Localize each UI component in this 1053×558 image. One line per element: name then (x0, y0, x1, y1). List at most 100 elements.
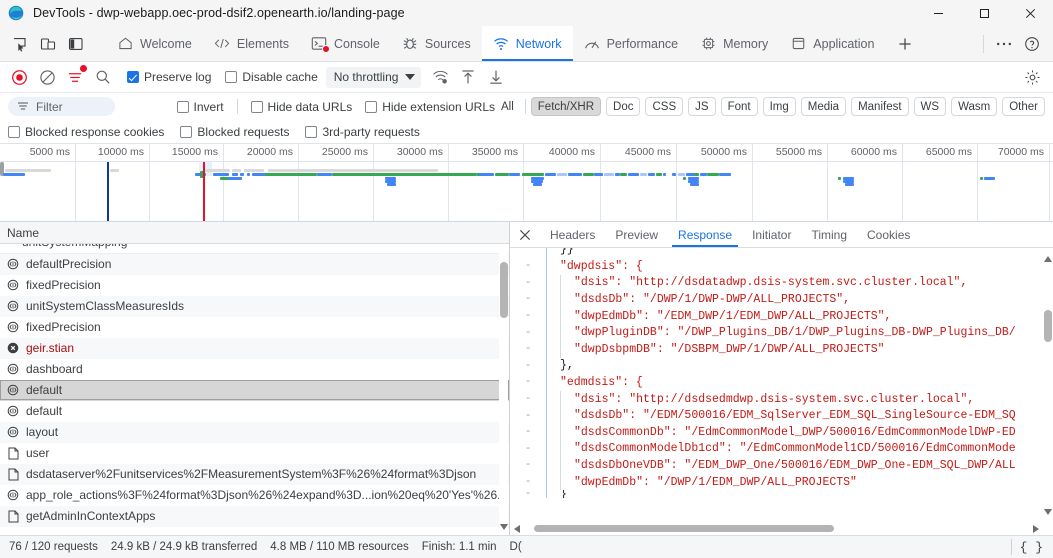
code-gutter[interactable]: - (510, 260, 546, 272)
tab-elements[interactable]: Elements (203, 26, 300, 61)
minimize-button[interactable] (915, 0, 961, 26)
table-row[interactable]: fixedPrecision (0, 275, 509, 296)
type-filter-fetch-xhr[interactable]: Fetch/XHR (530, 97, 602, 116)
type-filter-js[interactable]: JS (688, 97, 716, 116)
tab-application[interactable]: Application (779, 26, 885, 61)
disable-cache-checkbox[interactable]: Disable cache (225, 70, 318, 84)
tab-console[interactable]: Console (300, 26, 391, 61)
inspect-element-icon[interactable] (6, 30, 34, 58)
overview-graph[interactable] (0, 162, 1053, 221)
search-input[interactable]: Filter (8, 97, 115, 116)
hide-data-urls-checkbox[interactable]: Hide data URLs (250, 100, 352, 114)
network-conditions-icon[interactable] (427, 64, 453, 90)
clear-circle-slash-icon[interactable] (34, 64, 60, 90)
tab-headers[interactable]: Headers (540, 222, 605, 247)
response-hscrollbar[interactable] (510, 522, 1043, 535)
tab-preview[interactable]: Preview (605, 222, 668, 247)
table-row[interactable]: fixedPrecision (0, 317, 509, 338)
scroll-down-arrow-icon[interactable] (499, 521, 508, 533)
network-overview[interactable]: 5000 ms 10000 ms 15000 ms 20000 ms 25000… (0, 144, 1053, 222)
table-row[interactable]: layout (0, 422, 509, 443)
console-drawer-toggle[interactable]: { } (1020, 540, 1053, 555)
table-row[interactable]: app_role_actions%3F%24format%3Djson%26%2… (0, 485, 509, 506)
type-filter-css[interactable]: CSS (645, 97, 684, 116)
close-button[interactable] (1007, 0, 1053, 26)
response-scroll-up-arrow-icon[interactable] (1044, 251, 1052, 265)
third-party-requests-checkbox[interactable]: 3rd-party requests (305, 125, 420, 139)
type-filter-media[interactable]: Media (800, 97, 847, 116)
blocked-response-cookies-checkbox[interactable]: Blocked response cookies (8, 125, 164, 139)
hide-extension-urls-checkbox[interactable]: Hide extension URLs (365, 100, 495, 114)
blocked-response-cookies-box[interactable] (8, 125, 20, 138)
filter-lines-icon[interactable] (62, 64, 88, 90)
type-filter-manifest[interactable]: Manifest (851, 97, 909, 116)
table-row[interactable]: geir.stian (0, 338, 509, 359)
maximize-button[interactable] (961, 0, 1007, 26)
table-row[interactable]: getAdminInContextApps (0, 506, 509, 527)
type-filter-img[interactable]: Img (762, 97, 796, 116)
download-arrow-icon[interactable] (483, 64, 509, 90)
response-code-lines[interactable]: }} - "dwpdsis": { - "dsis": "http://dsda… (510, 248, 1043, 521)
device-toolbar-icon[interactable] (34, 30, 62, 58)
code-gutter[interactable]: - (510, 360, 546, 372)
gear-icon[interactable] (1019, 64, 1045, 90)
blocked-requests-box[interactable] (180, 125, 193, 138)
throttling-dropdown[interactable]: No throttling (325, 66, 422, 88)
request-list[interactable]: unitSystemMapping defaultPrecision fixed… (0, 244, 509, 535)
code-gutter[interactable]: - (510, 476, 546, 488)
tab-welcome[interactable]: Welcome (106, 26, 203, 61)
upload-arrow-icon[interactable] (455, 64, 481, 90)
tab-performance[interactable]: Performance (573, 26, 690, 61)
search-icon[interactable] (90, 64, 116, 90)
tab-cookies[interactable]: Cookies (857, 222, 920, 247)
request-column-header[interactable]: Name (0, 222, 509, 244)
response-scroll-thumb[interactable] (1044, 310, 1052, 342)
table-row[interactable]: user (0, 443, 509, 464)
table-row[interactable]: dsdataserver%2Funitservices%2FMeasuremen… (0, 464, 509, 485)
code-gutter[interactable]: - (510, 426, 546, 438)
response-hscroll-track[interactable] (524, 522, 1029, 535)
tab-response[interactable]: Response (668, 222, 742, 247)
table-row[interactable]: unitSystemClassMeasuresIds (0, 296, 509, 317)
preserve-log-box[interactable] (127, 71, 139, 83)
tab-timing[interactable]: Timing (801, 222, 857, 247)
tab-initiator[interactable]: Initiator (742, 222, 801, 247)
table-row[interactable]: defaultPrecision (0, 254, 509, 275)
response-scrollbar[interactable] (1043, 248, 1053, 522)
chevron-right-icon[interactable] (1029, 524, 1043, 533)
blocked-requests-checkbox[interactable]: Blocked requests (180, 125, 289, 139)
disable-cache-box[interactable] (225, 71, 238, 83)
hide-data-urls-box[interactable] (250, 100, 263, 113)
more-horizontal-icon[interactable] (990, 30, 1018, 58)
chevron-left-icon[interactable] (510, 524, 524, 533)
type-filter-other[interactable]: Other (1002, 97, 1045, 116)
request-list-scroll-thumb[interactable] (500, 262, 508, 318)
hide-extension-urls-box[interactable] (365, 100, 378, 113)
add-tab-button[interactable] (885, 26, 925, 61)
response-scroll-down-arrow-icon[interactable] (1044, 504, 1052, 518)
tab-sources[interactable]: Sources (391, 26, 482, 61)
code-gutter[interactable]: - (510, 343, 546, 355)
tab-network[interactable]: Network (481, 26, 573, 61)
code-gutter[interactable]: - (510, 310, 546, 322)
code-gutter[interactable]: - (510, 443, 546, 455)
close-detail-icon[interactable] (510, 222, 540, 247)
type-filter-font[interactable]: Font (720, 97, 758, 116)
invert-box[interactable] (176, 100, 189, 113)
tab-memory[interactable]: Memory (689, 26, 779, 61)
response-hscroll-thumb[interactable] (534, 525, 834, 532)
invert-checkbox[interactable]: Invert (176, 100, 224, 114)
type-filter-doc[interactable]: Doc (606, 97, 641, 116)
table-row-selected[interactable]: default (0, 380, 509, 401)
help-circle-icon[interactable] (1018, 30, 1046, 58)
table-row[interactable]: dashboard (0, 359, 509, 380)
code-gutter[interactable]: - (510, 459, 546, 471)
dock-side-icon[interactable] (62, 30, 90, 58)
code-gutter[interactable]: - (510, 410, 546, 422)
record-stop-icon[interactable] (6, 64, 32, 90)
preserve-log-checkbox[interactable]: Preserve log (127, 70, 211, 84)
code-gutter[interactable]: - (510, 293, 546, 305)
code-gutter[interactable]: - (510, 490, 546, 498)
type-filter-wasm[interactable]: Wasm (951, 97, 998, 116)
type-filter-ws[interactable]: WS (913, 97, 947, 116)
